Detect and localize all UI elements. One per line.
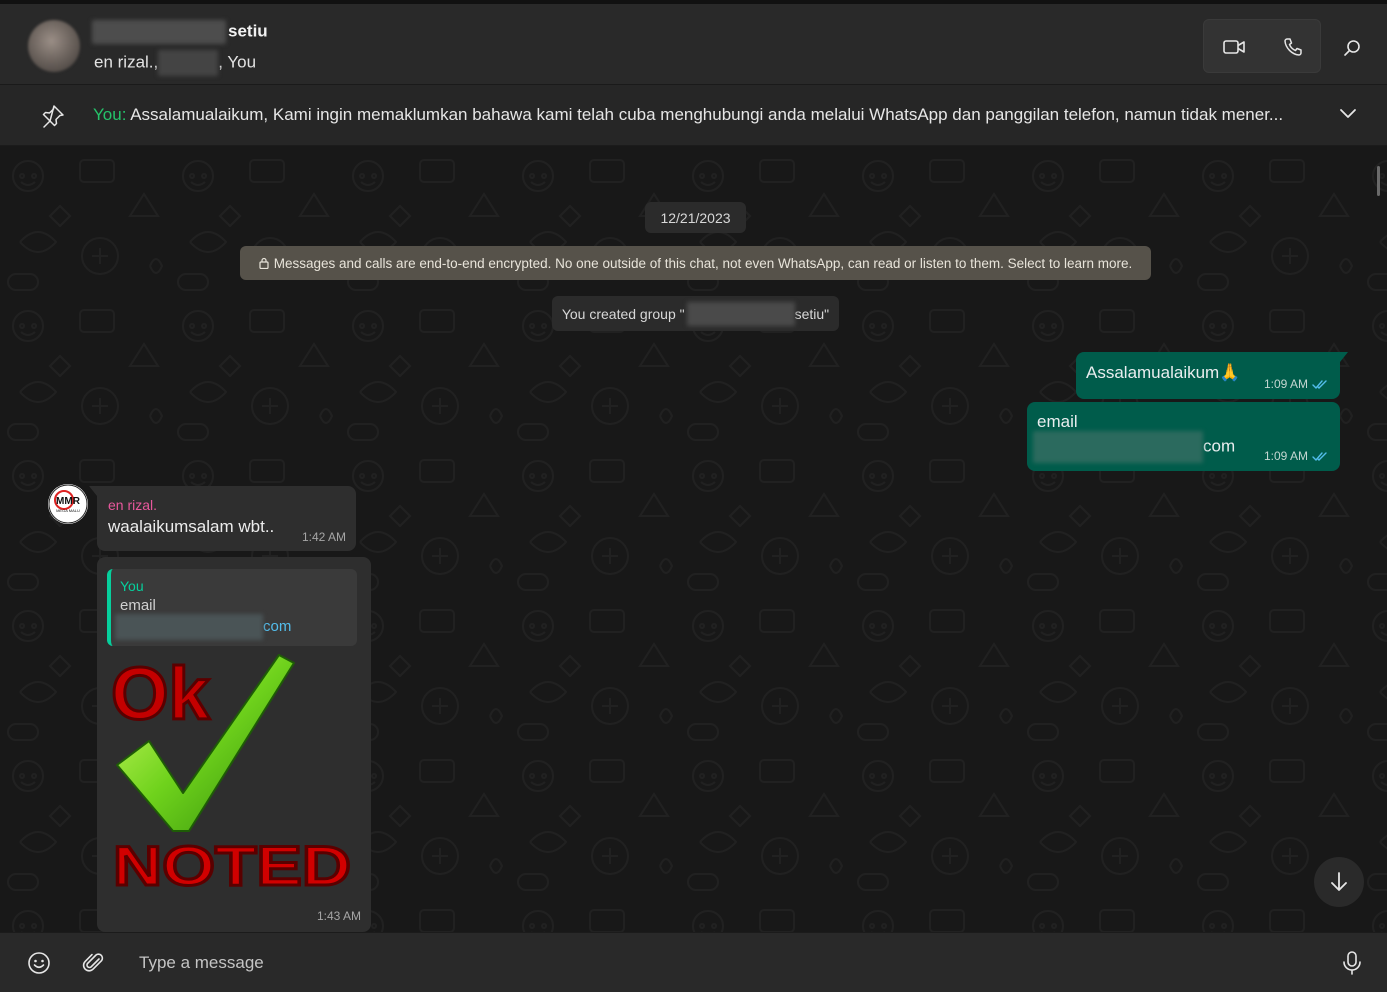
chat-header[interactable]: setiu en rizal.,, You <box>0 0 1387 85</box>
group-created-notice: You created group " setiu" <box>552 296 839 331</box>
sender-avatar[interactable]: MMR MEGA MALU <box>48 484 88 524</box>
paperclip-icon[interactable] <box>81 950 107 976</box>
scroll-to-bottom-button[interactable] <box>1314 857 1364 907</box>
search-icon <box>1344 40 1360 56</box>
svg-text:Ok: Ok <box>111 653 211 735</box>
chevron-down-icon[interactable] <box>1338 107 1358 121</box>
outgoing-message[interactable]: Assalamualaikum🙏 1:09 AM <box>1076 352 1348 399</box>
quoted-text-line: com <box>115 614 291 640</box>
ok-noted-sticker[interactable]: Ok NOTED <box>109 653 357 897</box>
pinned-message-bar[interactable]: You: Assalamualaikum, Kami ingin memaklu… <box>0 85 1387 146</box>
quoted-sender: You <box>120 578 144 594</box>
group-name[interactable]: setiu <box>92 20 268 44</box>
pinned-message-text: You: Assalamualaikum, Kami ingin memaklu… <box>93 105 1284 124</box>
date-separator: 12/21/2023 <box>645 202 746 233</box>
lock-icon <box>259 257 269 269</box>
message-text-line: com <box>1033 431 1235 463</box>
outgoing-message[interactable]: email com 1:09 AM <box>1027 402 1340 471</box>
message-time: 1:42 AM <box>301 530 346 544</box>
group-avatar[interactable] <box>28 20 80 72</box>
message-text: Assalamualaikum🙏 <box>1086 363 1241 382</box>
arrow-down-icon <box>1331 872 1347 891</box>
video-call-button[interactable] <box>1204 20 1263 74</box>
microphone-icon[interactable] <box>1340 950 1364 976</box>
message-meta: 1:09 AM <box>1264 377 1328 391</box>
sender-name[interactable]: en rizal. <box>108 497 157 513</box>
video-camera-icon <box>1222 40 1245 54</box>
pin-icon <box>42 105 64 128</box>
call-buttons <box>1203 19 1321 73</box>
read-ticks-icon <box>1312 379 1327 389</box>
phone-icon <box>1283 38 1302 56</box>
svg-text:MEGA MALU: MEGA MALU <box>56 508 80 513</box>
message-text: email <box>1037 412 1078 431</box>
encryption-notice[interactable]: Messages and calls are end-to-end encryp… <box>240 246 1151 280</box>
message-time: 1:43 AM <box>316 909 361 923</box>
quoted-message[interactable]: You email com <box>107 569 357 646</box>
redacted-text <box>92 20 226 44</box>
scrollbar[interactable] <box>1377 166 1380 196</box>
redacted-text <box>115 614 263 640</box>
search-button[interactable] <box>1332 31 1372 65</box>
emoji-icon[interactable] <box>26 950 52 976</box>
praying-hands-emoji: 🙏 <box>1219 363 1241 382</box>
quoted-text: email <box>120 597 156 614</box>
incoming-message[interactable]: You email com Ok NOTED 1:43 AM <box>97 557 371 932</box>
redacted-text <box>158 50 219 76</box>
chat-area[interactable]: 12/21/2023 Messages and calls are end-to… <box>0 146 1387 932</box>
voice-call-button[interactable] <box>1263 20 1322 74</box>
svg-text:NOTED: NOTED <box>113 834 351 897</box>
message-composer <box>0 932 1387 992</box>
group-participants: en rizal.,, You <box>94 50 256 76</box>
incoming-message[interactable]: en rizal. waalaikumsalam wbt.. 1:42 AM <box>89 486 356 551</box>
mmr-logo: MMR MEGA MALU <box>48 484 88 524</box>
svg-text:MMR: MMR <box>56 496 81 507</box>
redacted-text <box>1033 431 1203 463</box>
message-meta: 1:09 AM <box>1264 449 1328 463</box>
message-input[interactable] <box>130 945 1300 981</box>
message-text: waalaikumsalam wbt.. <box>108 517 275 536</box>
read-ticks-icon <box>1312 451 1327 461</box>
redacted-text <box>686 301 795 326</box>
